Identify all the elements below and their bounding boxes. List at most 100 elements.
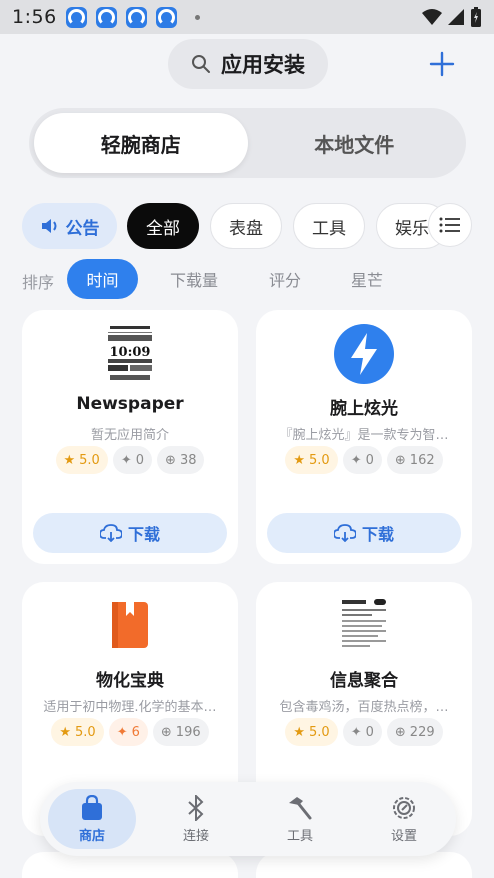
sort-time[interactable]: 时间 xyxy=(67,259,138,299)
app-name: Newspaper xyxy=(76,394,184,414)
download-label: 下载 xyxy=(127,525,160,544)
hammer-icon xyxy=(289,796,312,819)
category-all[interactable]: 全部 xyxy=(127,203,199,249)
app-card[interactable]: 腕上炫光 『腕上炫光』是一款专为智… ★ 5.0 ✦ 0 ⊕ 162 下载 xyxy=(256,310,472,564)
status-time: 1:56 xyxy=(12,6,57,28)
app-description: 暂无应用简介 xyxy=(90,428,169,443)
sparkle-icon: ✦ xyxy=(120,452,132,468)
rating-badge: ★ 5.0 xyxy=(285,446,338,474)
sort-bar: 排序 时间 下载量 评分 星芒 xyxy=(22,259,492,299)
app-install-search[interactable]: 应用安装 xyxy=(168,39,328,89)
downloads-value: 196 xyxy=(175,724,201,740)
news-feed-app-icon xyxy=(340,598,388,654)
download-count-icon: ⊕ xyxy=(165,452,176,468)
rating-value: 5.0 xyxy=(75,724,96,740)
bluetooth-icon xyxy=(188,794,204,821)
lightning-app-icon xyxy=(334,324,394,384)
likes-badge: ✦ 0 xyxy=(112,446,153,474)
downloads-value: 38 xyxy=(179,452,197,468)
sort-star[interactable]: 星芒 xyxy=(332,259,402,299)
likes-value: 6 xyxy=(131,724,140,740)
tab-store[interactable]: 轻腕商店 xyxy=(34,113,248,173)
downloads-badge: ⊕ 229 xyxy=(386,718,443,746)
search-label: 应用安装 xyxy=(221,53,305,77)
download-count-icon: ⊕ xyxy=(394,724,406,740)
star-icon: ★ xyxy=(59,724,72,740)
app-description: 适用于初中物理.化学的基本… xyxy=(43,700,217,715)
battery-icon xyxy=(471,7,481,27)
category-bar: 公告 全部 表盘 工具 娱乐 xyxy=(22,203,494,249)
notification-app-icon xyxy=(125,6,147,28)
downloads-value: 229 xyxy=(409,724,435,740)
list-icon xyxy=(439,217,460,233)
rating-value: 5.0 xyxy=(309,724,330,740)
notification-app-icon xyxy=(65,6,87,28)
likes-badge: ✦ 6 xyxy=(108,718,148,746)
search-icon xyxy=(192,55,210,73)
notice-chip[interactable]: 公告 xyxy=(22,203,117,249)
svg-text:10:09: 10:09 xyxy=(110,345,151,360)
app-name: 腕上炫光 xyxy=(330,399,398,419)
download-count-icon: ⊕ xyxy=(160,724,172,740)
nav-connect-label: 连接 xyxy=(182,828,209,844)
rating-badge: ★ 5.0 xyxy=(51,718,104,746)
notification-app-icon xyxy=(155,6,177,28)
download-button[interactable]: 下载 xyxy=(267,513,461,553)
signal-icon xyxy=(448,9,464,25)
rating-value: 5.0 xyxy=(309,452,330,468)
download-count-icon: ⊕ xyxy=(394,452,406,468)
book-app-icon xyxy=(112,602,148,648)
nav-tools[interactable]: 工具 xyxy=(248,782,352,856)
sort-rating[interactable]: 评分 xyxy=(250,259,320,299)
source-segment: 轻腕商店 本地文件 xyxy=(29,108,466,178)
rating-badge: ★ 5.0 xyxy=(285,718,338,746)
newspaper-app-icon: 10:09 xyxy=(104,324,156,384)
likes-value: 0 xyxy=(365,452,374,468)
sort-label: 排序 xyxy=(22,273,55,292)
downloads-value: 162 xyxy=(409,452,435,468)
download-button[interactable]: 下载 xyxy=(33,513,227,553)
rating-badge: ★ 5.0 xyxy=(55,446,108,474)
nav-tools-label: 工具 xyxy=(286,828,313,844)
tab-local-files[interactable]: 本地文件 xyxy=(248,113,462,173)
status-bar: 1:56 xyxy=(0,0,494,34)
bottom-nav: 商店 连接 工具 设置 xyxy=(40,782,456,856)
app-description: 包含毒鸡汤，百度热点榜，… xyxy=(279,700,449,715)
app-stats: ★ 5.0 ✦ 6 ⊕ 196 xyxy=(22,718,238,746)
speaker-icon xyxy=(41,219,56,233)
app-name: 信息聚合 xyxy=(330,671,398,691)
downloads-badge: ⊕ 196 xyxy=(152,718,209,746)
nav-settings-label: 设置 xyxy=(390,828,417,844)
download-label: 下载 xyxy=(361,525,394,544)
category-watchface[interactable]: 表盘 xyxy=(210,203,282,249)
wifi-icon xyxy=(422,9,442,25)
nav-store[interactable]: 商店 xyxy=(40,782,144,856)
app-stats: ★ 5.0 ✦ 0 ⊕ 162 xyxy=(256,446,472,474)
likes-value: 0 xyxy=(365,724,374,740)
cloud-download-icon xyxy=(333,524,356,542)
gear-icon xyxy=(393,796,415,819)
add-icon[interactable] xyxy=(426,48,458,80)
shopping-bag-icon xyxy=(82,794,102,820)
category-tools[interactable]: 工具 xyxy=(293,203,365,249)
nav-connect[interactable]: 连接 xyxy=(144,782,248,856)
app-stats: ★ 5.0 ✦ 0 ⊕ 229 xyxy=(256,718,472,746)
star-icon: ★ xyxy=(293,724,306,740)
star-icon: ★ xyxy=(63,452,76,468)
more-notifications-dot xyxy=(194,14,200,20)
sort-downloads[interactable]: 下载量 xyxy=(157,259,231,299)
sparkle-icon: ✦ xyxy=(350,452,362,468)
nav-store-label: 商店 xyxy=(78,828,105,844)
category-list-button[interactable] xyxy=(428,203,472,247)
notice-label: 公告 xyxy=(65,218,100,239)
nav-settings[interactable]: 设置 xyxy=(352,782,456,856)
likes-badge: ✦ 0 xyxy=(342,446,382,474)
rating-value: 5.0 xyxy=(79,452,100,468)
downloads-badge: ⊕ 38 xyxy=(157,446,205,474)
sparkle-icon: ✦ xyxy=(350,724,362,740)
cloud-download-icon xyxy=(99,524,122,542)
app-card[interactable]: 10:09 Newspaper 暂无应用简介 ★ 5.0 ✦ 0 ⊕ 38 下载 xyxy=(22,310,238,564)
notification-app-icon xyxy=(95,6,117,28)
app-name: 物化宝典 xyxy=(96,671,164,691)
sparkle-icon: ✦ xyxy=(116,724,128,740)
